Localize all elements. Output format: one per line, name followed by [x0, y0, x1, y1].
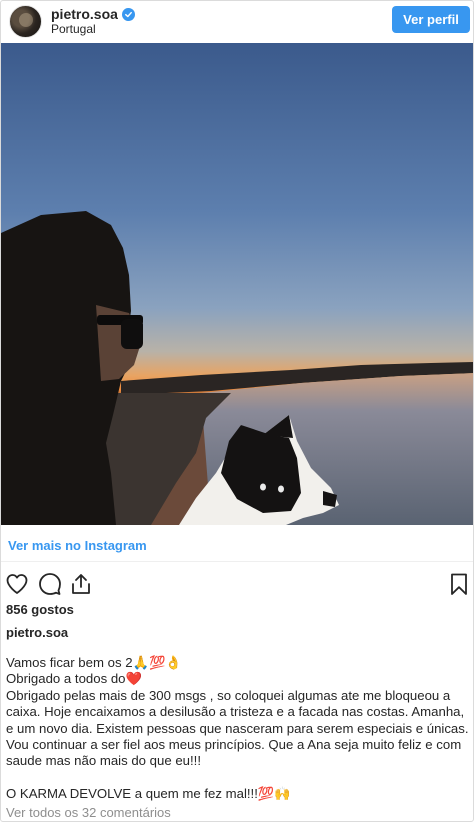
- view-profile-button[interactable]: Ver perfil: [392, 6, 470, 33]
- username[interactable]: pietro.soa: [51, 6, 118, 22]
- heart-icon[interactable]: [5, 572, 29, 596]
- likes-count[interactable]: 856 gostos: [6, 602, 74, 617]
- post-caption: Vamos ficar bem os 2🙏💯👌 Obrigado a todos…: [6, 655, 471, 803]
- view-more-link[interactable]: Ver mais no Instagram: [8, 538, 147, 553]
- instagram-embed-card: pietro.soa Portugal Ver perfil Ver mais …: [0, 0, 474, 822]
- caption-blank-line: [6, 770, 471, 786]
- location[interactable]: Portugal: [51, 22, 96, 36]
- avatar[interactable]: [9, 5, 42, 38]
- post-header: pietro.soa Portugal Ver perfil: [1, 1, 473, 43]
- view-all-comments-link[interactable]: Ver todos os 32 comentários: [6, 805, 171, 820]
- caption-line: Vamos ficar bem os 2🙏💯👌: [6, 655, 182, 670]
- share-icon[interactable]: [69, 572, 93, 596]
- verified-badge-icon: [121, 7, 135, 21]
- caption-line: Obrigado a todos do❤️: [6, 671, 142, 687]
- divider: [1, 561, 473, 562]
- caption-line: O KARMA DEVOLVE a quem me fez mal!!!💯🙌: [6, 786, 291, 802]
- caption-line: Obrigado pelas mais de 300 msgs , so col…: [6, 687, 469, 769]
- bookmark-icon[interactable]: [447, 572, 471, 596]
- user-line: pietro.soa: [51, 6, 135, 22]
- post-photo[interactable]: [1, 43, 473, 525]
- comment-icon[interactable]: [38, 572, 62, 596]
- caption-username[interactable]: pietro.soa: [6, 625, 68, 640]
